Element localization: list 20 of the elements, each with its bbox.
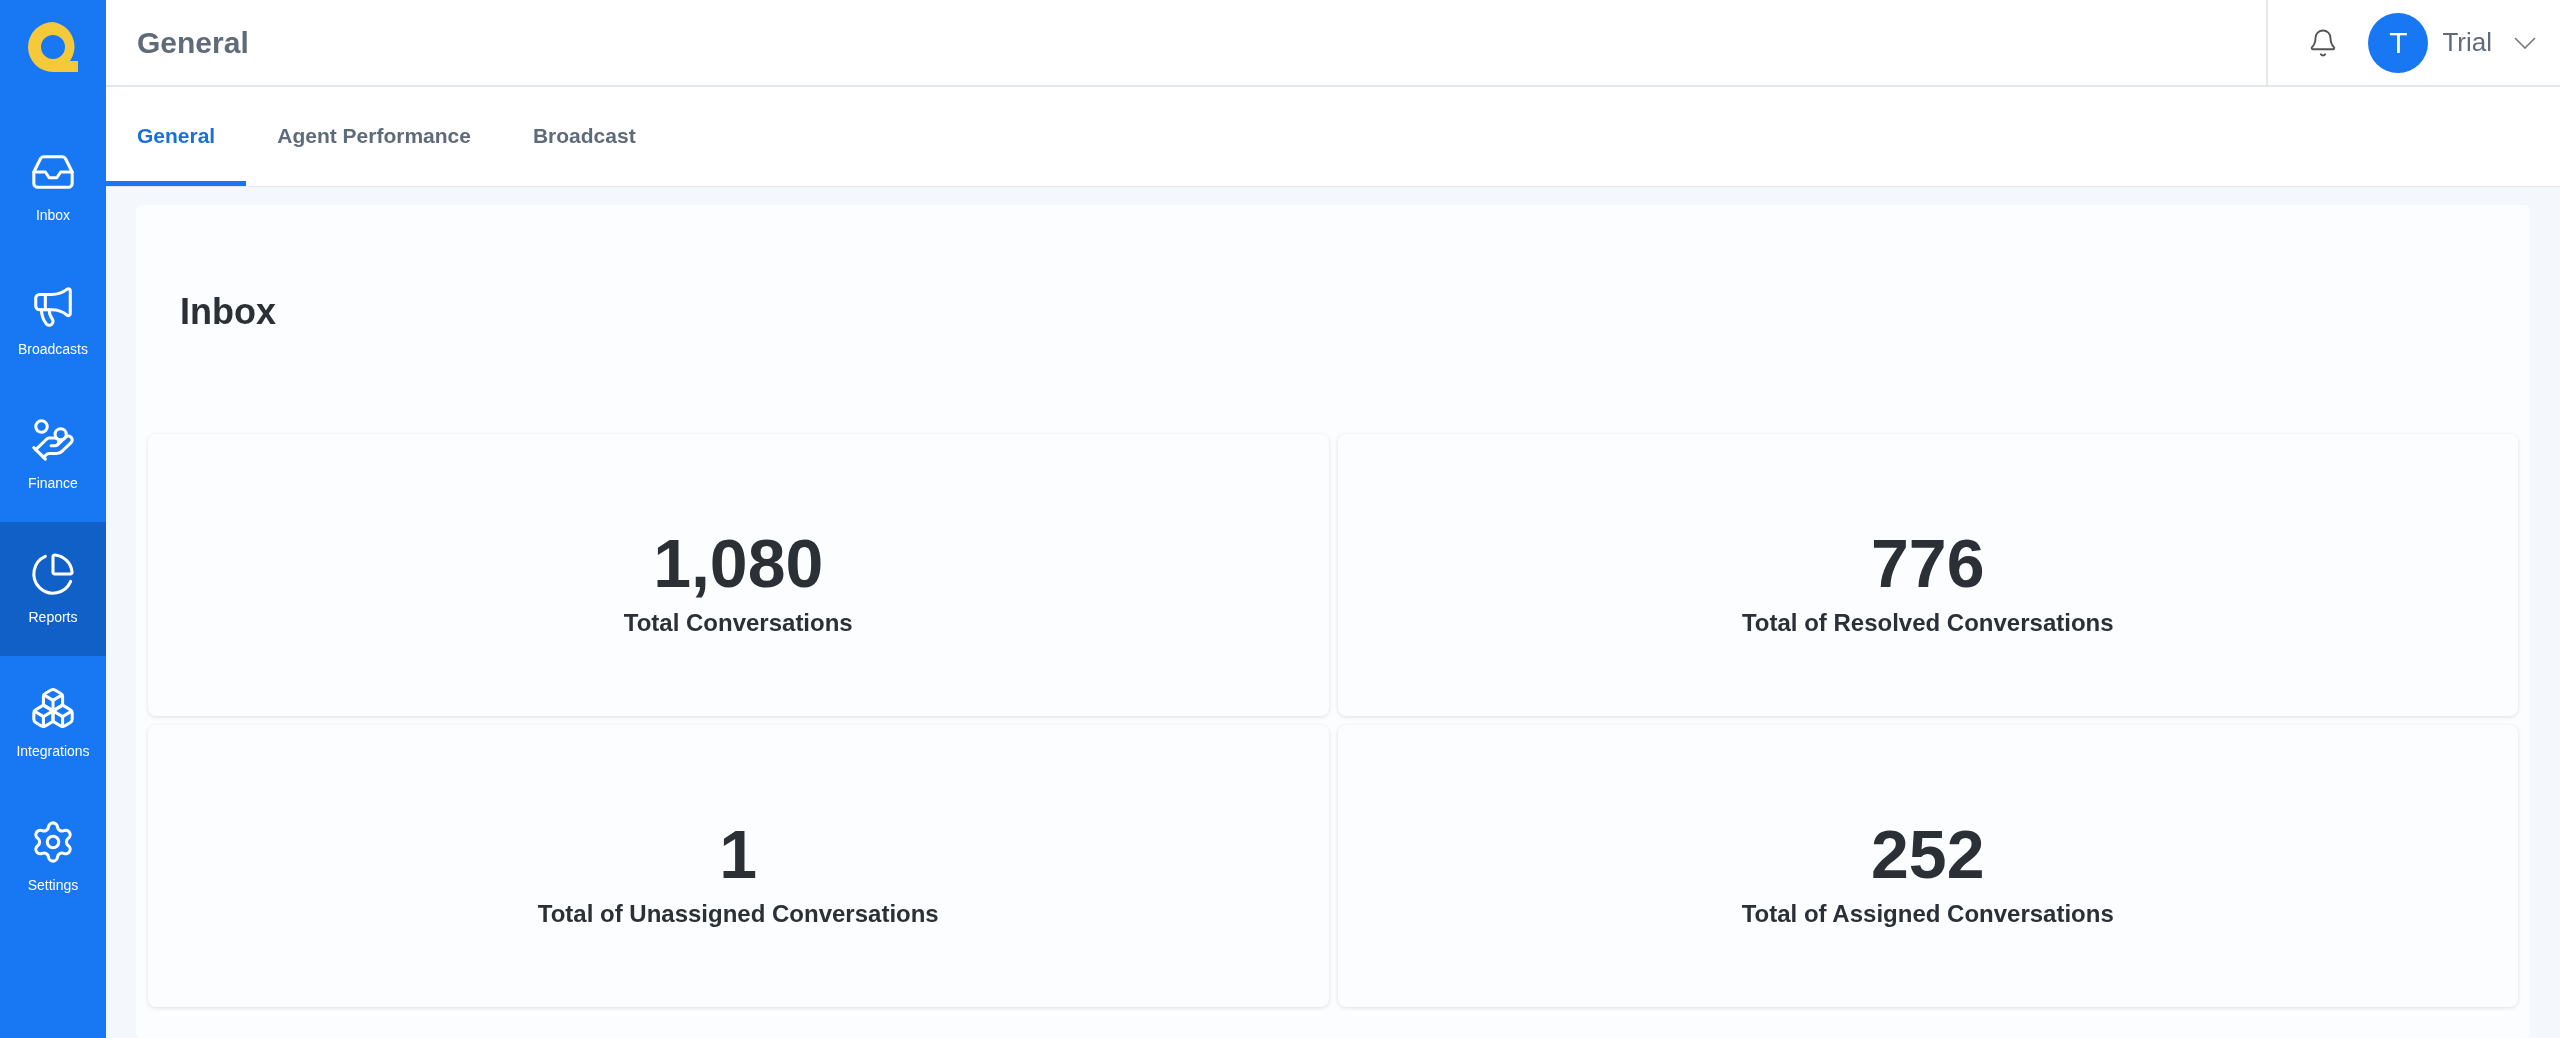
section-title: Inbox (180, 290, 277, 334)
tab[interactable]: Agent Performance (246, 87, 502, 186)
user-name: Trial (2442, 26, 2492, 59)
stat-value: 1,080 (653, 529, 824, 597)
stat-label: Total Conversations (623, 608, 853, 638)
page-title: General (137, 25, 249, 61)
stat-value: 776 (1871, 529, 1985, 597)
stat-label: Total of Assigned Conversations (1741, 899, 2114, 929)
pie-chart-icon (30, 550, 76, 597)
hand-coins-icon (30, 416, 76, 463)
stat-label: Total of Resolved Conversations (1741, 608, 2114, 638)
stat-label: Total of Unassigned Conversations (537, 899, 939, 929)
tab[interactable]: Broadcast (501, 87, 667, 186)
sidebar-item[interactable]: Reports (0, 522, 106, 656)
chevron-down-icon (2514, 36, 2536, 49)
stat-value: 1 (719, 820, 758, 888)
user-menu[interactable]: T Trial (2368, 12, 2536, 73)
user-avatar: T (2368, 12, 2429, 73)
stat-value: 252 (1871, 820, 1985, 888)
tab[interactable]: General (106, 87, 247, 186)
